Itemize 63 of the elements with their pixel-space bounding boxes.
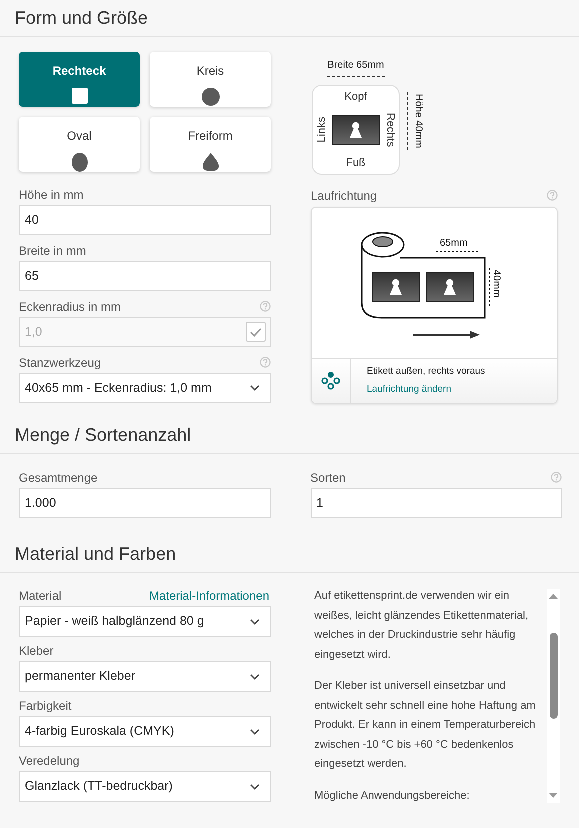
dropdown[interactable]: Glanzlack (TT-bedruckbar) (19, 771, 270, 802)
oval-icon (72, 153, 88, 172)
shape-option[interactable]: Freiform (150, 117, 271, 172)
dropdown[interactable]: 40x65 mm - Eckenradius: 1,0 mm (19, 373, 271, 403)
scrollbar-thumb[interactable] (550, 633, 558, 719)
input-field[interactable]: 40 (19, 205, 271, 235)
input-field[interactable]: 1 (310, 488, 562, 518)
circle-icon (202, 88, 220, 106)
shape-option[interactable]: Rechteck (19, 52, 140, 107)
dropdown[interactable]: permanenter Kleber (19, 661, 270, 692)
preview-right-label: Rechts (384, 112, 398, 148)
width-dimension: Breite 65mm (328, 60, 384, 71)
section-title: Form und Größe (15, 7, 150, 30)
direction-icon (321, 371, 341, 391)
dropdown[interactable]: 4-farbig Euroskala (CMYK) (19, 716, 270, 747)
preview-left-label: Links (314, 117, 328, 143)
preview-top-label: Kopf (344, 90, 368, 105)
description-paragraph: Mögliche Anwendungsbereiche: (314, 788, 471, 804)
direction-arrow (412, 331, 480, 339)
label-image-icon (332, 115, 380, 145)
field-label: Eckenradius in mm (19, 298, 122, 316)
chevron-down-icon (250, 385, 260, 391)
chevron-down-icon (250, 674, 260, 680)
field-label: Sorten (310, 470, 346, 486)
scroll-up-icon[interactable] (549, 594, 558, 599)
drop-icon (202, 153, 218, 171)
scroll-down-icon[interactable] (549, 793, 558, 798)
description-paragraph: Auf etikettensprint.de verwenden wir ein weißes, leicht glänzendes Etikettenmaterial, welches in der Druckindustrie sehr häufig eingesetzt wird. (314, 589, 530, 662)
material-info-link[interactable]: Material-Informationen (149, 586, 270, 604)
input-field[interactable]: 65 (19, 261, 271, 291)
field-label: Farbigkeit (19, 698, 72, 714)
scrollbar[interactable] (547, 589, 560, 803)
label-image-icon (426, 272, 473, 302)
preview-bottom-label: Fuß (346, 156, 366, 170)
square-icon (72, 88, 88, 104)
dropdown[interactable]: Papier - weiß halbglänzend 80 g (19, 606, 270, 637)
height-dimension: Höhe 40mm (412, 94, 425, 148)
field-label: Veredelung (19, 752, 80, 770)
section-title: Menge / Sortenanzahl (15, 424, 192, 447)
field-label: Kleber (19, 642, 54, 660)
change-direction-link[interactable]: Laufrichtung ändern (367, 382, 486, 397)
help-icon[interactable] (547, 190, 558, 201)
help-icon[interactable] (551, 472, 562, 483)
field-label: Breite in mm (19, 242, 86, 260)
section-title: Material und Farben (15, 543, 178, 566)
checkmark-icon (250, 328, 262, 336)
field-label: Gesamtmenge (19, 470, 98, 486)
label-image-icon (372, 272, 419, 302)
shape-option[interactable]: Oval (19, 117, 140, 172)
chevron-down-icon (250, 728, 260, 734)
help-icon[interactable] (260, 357, 271, 368)
field-label: Höhe in mm (19, 186, 84, 204)
height-dimension: 40mm (490, 270, 502, 298)
field-label: Material (19, 588, 62, 604)
input-field[interactable]: 1.000 (19, 488, 270, 518)
direction-status: Etikett außen, rechts voraus (367, 365, 486, 380)
field-label: Stanzwerkzeug (19, 354, 102, 372)
chevron-down-icon (250, 618, 260, 624)
chevron-down-icon (250, 784, 260, 790)
shape-option[interactable]: Kreis (150, 52, 271, 107)
description-paragraph: Der Kleber ist universell einsetzbar und entwickelt sehr schnell eine hohe Haftung am Produkt. Er kann in einem Temperaturbereich zwischen -10 °C bis +60 °C bedenkenlos eingesetzt werden. (314, 679, 537, 772)
field-label: Laufrichtung (311, 188, 378, 204)
width-dimension: 65mm (440, 238, 468, 249)
